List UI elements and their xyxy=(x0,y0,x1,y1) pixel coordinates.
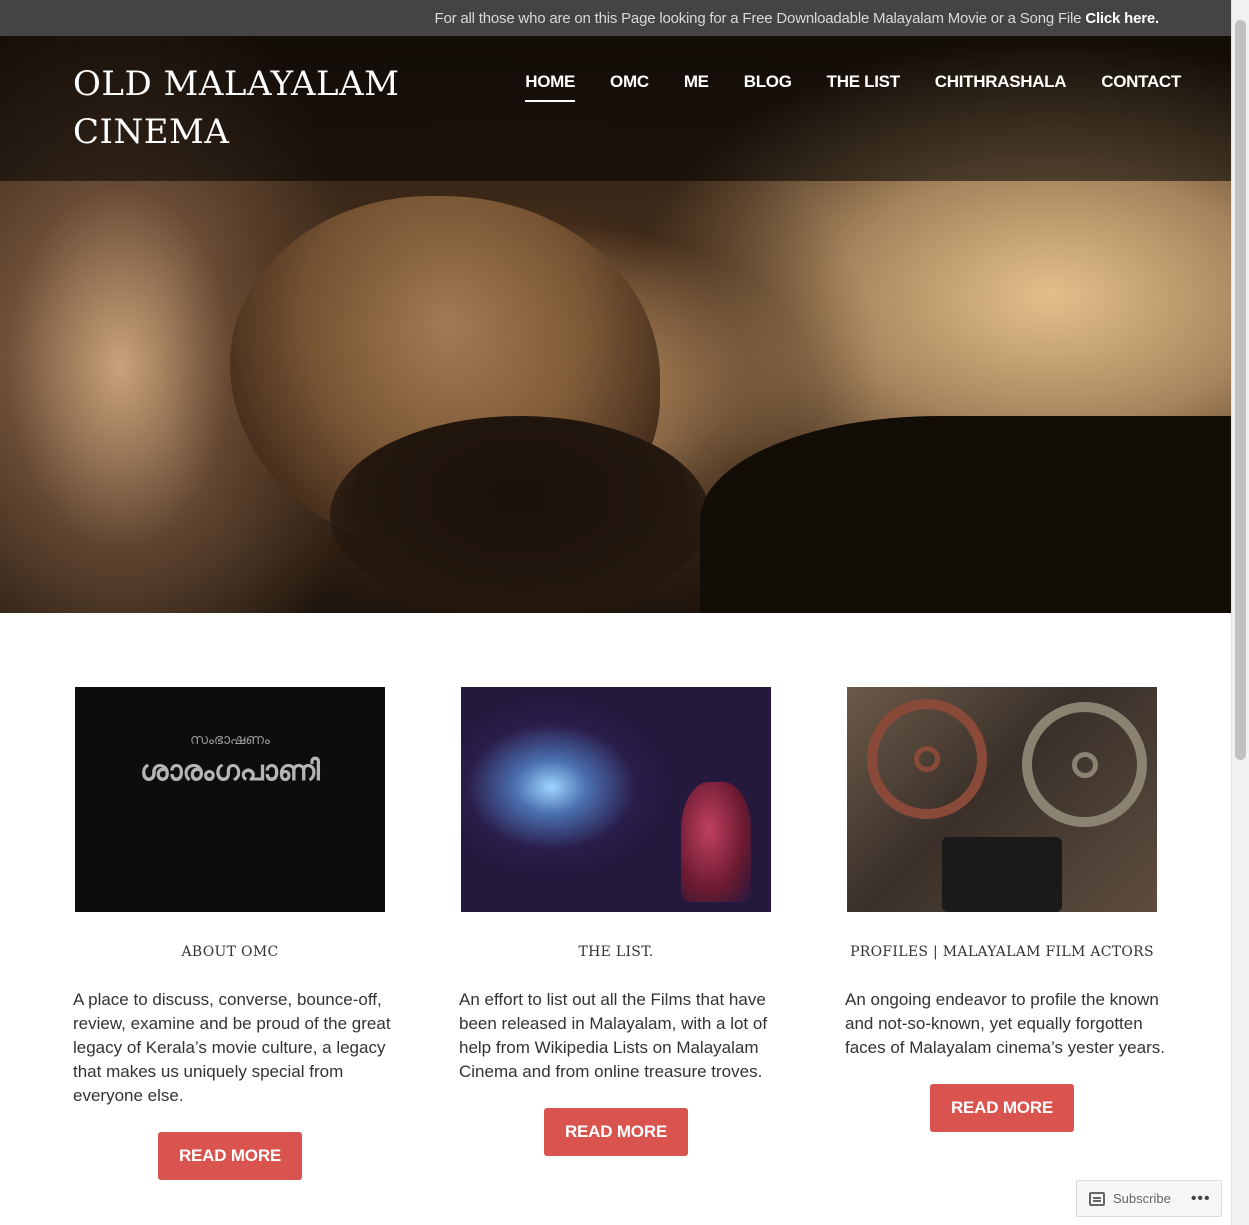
film-reel-icon xyxy=(867,699,987,819)
more-options-icon[interactable]: ••• xyxy=(1191,1190,1211,1208)
card-description: An ongoing endeavor to profile the known… xyxy=(845,990,1165,1057)
read-more-button[interactable]: READ MORE xyxy=(544,1108,688,1156)
card-image-profiles[interactable] xyxy=(847,687,1157,912)
subscribe-widget[interactable]: Subscribe ••• xyxy=(1076,1180,1222,1217)
card-title[interactable]: THE LIST. xyxy=(459,944,773,960)
subscribe-label[interactable]: Subscribe xyxy=(1113,1191,1171,1206)
card-about-omc: സംഭാഷണം ശാരംഗപാണി ABOUT OMC A place to d… xyxy=(73,687,391,1180)
film-reel-icon xyxy=(1022,702,1147,827)
read-more-button[interactable]: READ MORE xyxy=(930,1084,1074,1132)
thumb-caption-small: സംഭാഷണം xyxy=(190,731,270,747)
nav-me[interactable]: ME xyxy=(684,72,709,102)
nav-contact[interactable]: CONTACT xyxy=(1101,72,1181,102)
scrollbar[interactable] xyxy=(1231,0,1249,1225)
read-more-button[interactable]: READ MORE xyxy=(158,1132,302,1180)
card-the-list: THE LIST. An effort to list out all the … xyxy=(459,687,771,1156)
card-description: An effort to list out all the Films that… xyxy=(459,990,768,1081)
announcement-link[interactable]: Click here. xyxy=(1085,10,1159,27)
card-title[interactable]: PROFILES | MALAYALAM FILM ACTORS xyxy=(845,944,1159,960)
site-title[interactable]: OLD MALAYALAM CINEMA xyxy=(73,60,433,156)
card-image-about[interactable]: സംഭാഷണം ശാരംഗപാണി xyxy=(75,687,385,912)
nav-chithrashala[interactable]: CHITHRASHALA xyxy=(935,72,1067,102)
card-image-list[interactable] xyxy=(461,687,771,912)
card-profiles: PROFILES | MALAYALAM FILM ACTORS An ongo… xyxy=(845,687,1165,1132)
nav-home[interactable]: HOME xyxy=(525,72,575,102)
card-description: A place to discuss, converse, bounce-off… xyxy=(73,990,391,1105)
thumb-caption-large: ശാരംഗപാണി xyxy=(140,755,320,786)
nav-the-list[interactable]: THE LIST xyxy=(827,72,900,102)
card-title[interactable]: ABOUT OMC xyxy=(73,944,387,960)
scrollbar-thumb[interactable] xyxy=(1235,20,1246,760)
announcement-bar: For all those who are on this Page looki… xyxy=(0,0,1231,36)
nav-omc[interactable]: OMC xyxy=(610,72,649,102)
projector-icon xyxy=(942,837,1062,912)
announcement-text: For all those who are on this Page looki… xyxy=(434,9,1082,27)
nav-blog[interactable]: BLOG xyxy=(744,72,792,102)
reader-icon xyxy=(1089,1191,1105,1206)
main-nav: HOME OMC ME BLOG THE LIST CHITHRASHALA C… xyxy=(490,72,1181,102)
